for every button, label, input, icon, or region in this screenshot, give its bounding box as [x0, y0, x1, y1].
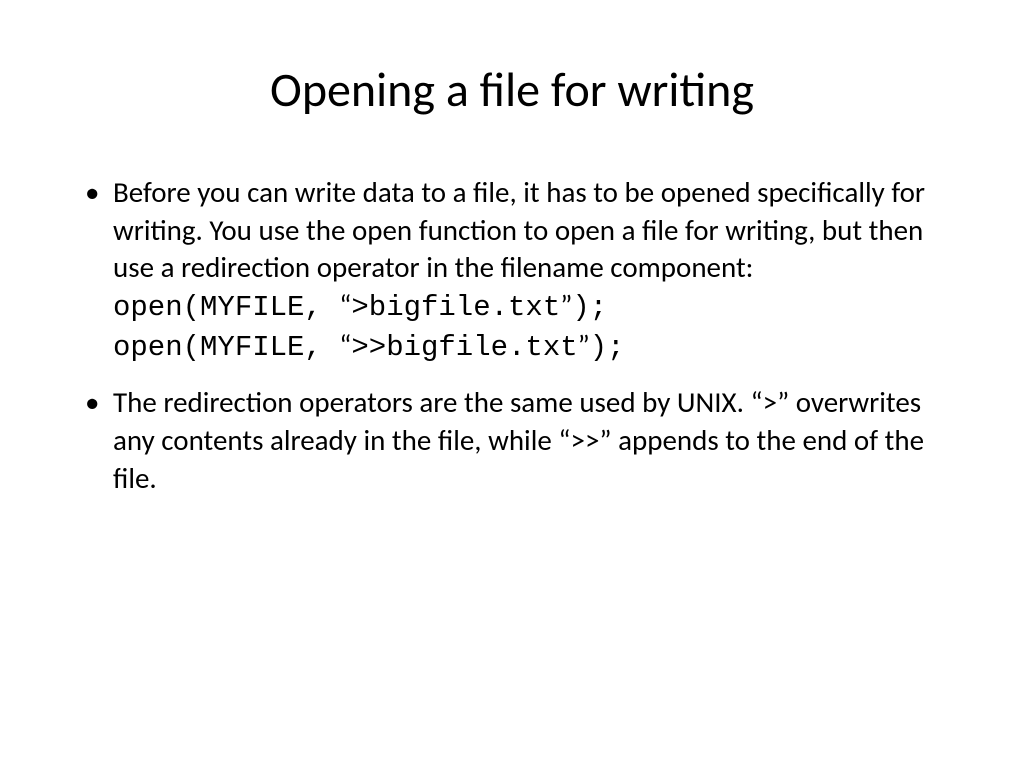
bullet-list: Before you can write data to a file, it …	[75, 174, 949, 498]
code-line: open(MYFILE, “>>bigfile.txt”);	[113, 327, 949, 367]
slide-content: Before you can write data to a file, it …	[75, 174, 949, 498]
bullet-item: Before you can write data to a file, it …	[75, 174, 949, 366]
bullet-item: The redirection operators are the same u…	[75, 384, 949, 497]
slide-title: Opening a file for writing	[75, 60, 949, 119]
bullet-text-part: The redirection operators are the same u…	[113, 384, 750, 420]
code-line: open(MYFILE, “>bigfile.txt”);	[113, 287, 949, 327]
bullet-text: Before you can write data to a file, it …	[113, 174, 925, 285]
